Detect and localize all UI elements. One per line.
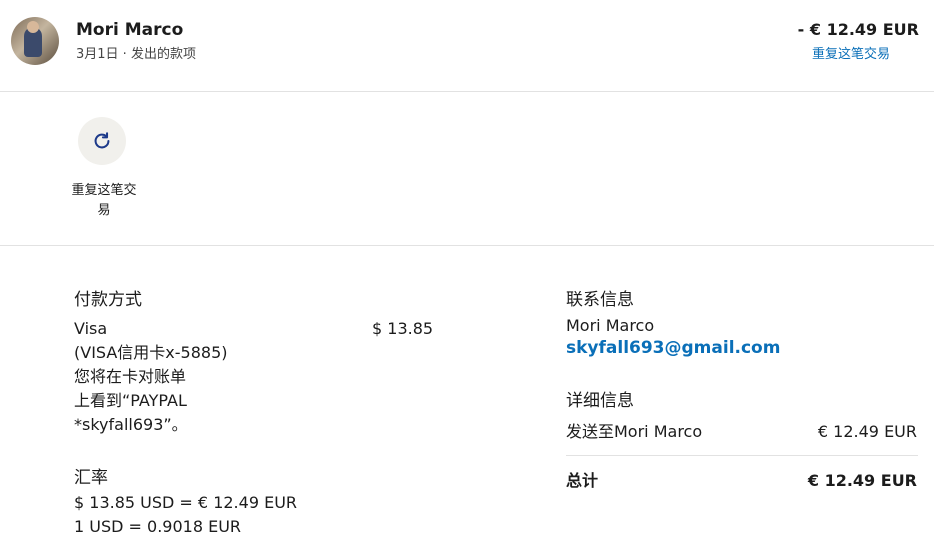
- sent-to-amount: € 12.49 EUR: [817, 422, 917, 441]
- avatar-head: [27, 21, 39, 33]
- exchange-rate-line: 1 USD = 0.9018 EUR: [74, 517, 242, 536]
- avatar: [11, 17, 59, 65]
- transaction-date: 3月1日 · 发出的款项: [76, 47, 196, 62]
- total-label: 总计: [566, 471, 599, 490]
- contact-info-title: 联系信息: [566, 290, 634, 310]
- payment-method-name: Visa: [74, 319, 108, 338]
- details-title: 详细信息: [566, 391, 634, 411]
- statement-note-line: 您将在卡对账单: [74, 367, 187, 386]
- transaction-header: Mori Marco 3月1日 · 发出的款项 - € 12.49 EUR 重复…: [0, 0, 934, 92]
- refresh-icon: [94, 132, 110, 149]
- exchange-rate-title: 汇率: [74, 468, 108, 488]
- recipient-name: Mori Marco: [76, 20, 184, 40]
- payment-card: (VISA信用卡x-5885): [74, 343, 228, 362]
- statement-note-line: *skyfall693”。: [74, 415, 188, 434]
- details-divider: [566, 455, 918, 456]
- sent-to-label: 发送至Mori Marco: [566, 422, 703, 441]
- repeat-transaction-label: 重复这笔交易: [71, 183, 137, 218]
- transaction-amount: - € 12.49 EUR: [797, 20, 919, 39]
- total-amount: € 12.49 EUR: [807, 471, 917, 490]
- exchange-rate-line: $ 13.85 USD = € 12.49 EUR: [74, 493, 298, 512]
- repeat-transaction-link[interactable]: 重复这笔交易: [812, 43, 890, 62]
- repeat-transaction-button[interactable]: [78, 117, 126, 165]
- contact-name: Mori Marco: [566, 316, 655, 335]
- statement-note-line: 上看到“PAYPAL: [74, 391, 187, 410]
- payment-method-title: 付款方式: [74, 290, 142, 310]
- actions-bar: 重复这笔交易: [0, 92, 934, 246]
- payment-amount: $ 13.85: [372, 319, 434, 338]
- contact-email-link[interactable]: skyfall693@gmail.com: [566, 338, 780, 358]
